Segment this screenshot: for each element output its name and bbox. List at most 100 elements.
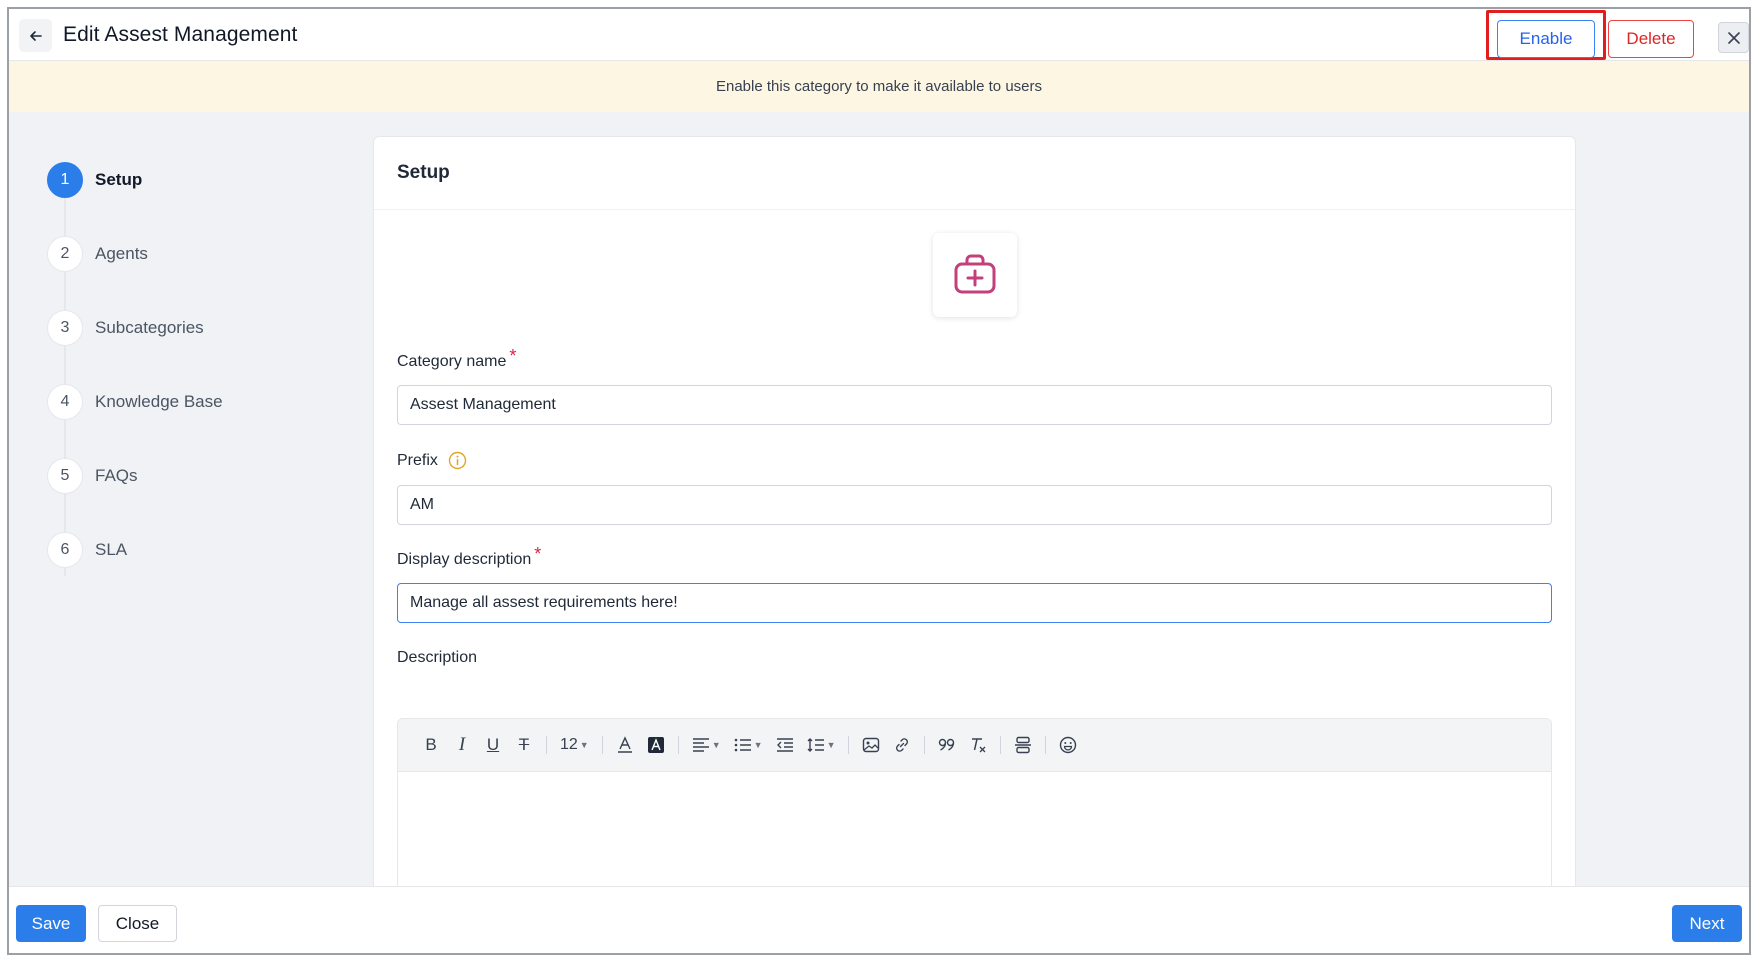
footer-bar: Save Close Next: [9, 886, 1749, 953]
outdent-icon: [776, 738, 793, 752]
chevron-down-icon: ▼: [753, 740, 763, 750]
page-break-icon: [1015, 736, 1032, 754]
page-title: Edit Assest Management: [63, 23, 298, 46]
underline-glyph: U: [486, 735, 500, 754]
align-left-icon: [692, 738, 709, 752]
bold-button[interactable]: B: [418, 730, 444, 760]
delete-button[interactable]: Delete: [1608, 20, 1694, 58]
highlight-color-icon: [647, 737, 664, 753]
step-number: 5: [47, 458, 83, 494]
step-number: 2: [47, 236, 83, 272]
enable-button[interactable]: Enable: [1497, 20, 1595, 58]
step-number: 6: [47, 532, 83, 568]
close-button[interactable]: Close: [98, 905, 177, 942]
italic-button[interactable]: I: [449, 730, 475, 760]
step-label: Knowledge Base: [95, 392, 223, 411]
clear-format-button[interactable]: [965, 730, 991, 760]
chevron-down-icon: ▼: [826, 740, 836, 750]
category-name-label-text: Category name: [397, 352, 507, 370]
main-content: 1 Setup 2 Agents 3 Subcategories 4 Knowl…: [9, 112, 1749, 886]
description-editor-body[interactable]: [398, 772, 1551, 886]
step-label: Agents: [95, 244, 148, 263]
back-button[interactable]: [19, 19, 52, 52]
chevron-down-icon: ▼: [579, 740, 589, 750]
description-editor: B I U T 12 ▼ ▼ ▼ ▼: [397, 718, 1552, 886]
prefix-label-text: Prefix: [397, 451, 438, 469]
close-window-button[interactable]: [1718, 22, 1749, 53]
align-dropdown[interactable]: ▼: [688, 730, 725, 760]
insert-link-button[interactable]: [889, 730, 915, 760]
next-button[interactable]: Next: [1672, 905, 1742, 942]
quote-icon: [939, 738, 955, 751]
category-icon-picker[interactable]: [933, 233, 1017, 317]
toolbar-separator: [848, 736, 850, 754]
banner-text: Enable this category to make it availabl…: [715, 78, 1042, 95]
step-setup[interactable]: 1 Setup: [47, 162, 142, 198]
header-bar: Edit Assest Management Enable Delete: [9, 9, 1749, 61]
outdent-button[interactable]: [772, 730, 798, 760]
image-icon: [863, 737, 880, 753]
prefix-label: Prefix: [397, 451, 467, 470]
toolbar-separator: [601, 736, 603, 754]
display-description-label-text: Display description: [397, 550, 532, 568]
line-height-icon: [807, 738, 824, 752]
italic-glyph: I: [458, 734, 466, 755]
step-sla[interactable]: 6 SLA: [47, 532, 127, 568]
bold-glyph: B: [425, 735, 437, 754]
step-number: 4: [47, 384, 83, 420]
description-label-text: Description: [397, 649, 478, 666]
blockquote-button[interactable]: [934, 730, 960, 760]
step-number: 1: [47, 162, 83, 198]
clear-format-icon: [972, 738, 986, 753]
step-subcategories[interactable]: 3 Subcategories: [47, 310, 204, 346]
toolbar-separator: [546, 736, 547, 754]
toolbar-separator: [677, 736, 679, 754]
step-agents[interactable]: 2 Agents: [47, 236, 148, 272]
strikethrough-button[interactable]: T: [511, 730, 537, 760]
insert-image-button[interactable]: [858, 730, 884, 760]
enable-info-banner: Enable this category to make it availabl…: [9, 61, 1749, 112]
info-icon[interactable]: [448, 451, 467, 470]
emoji-icon: [1060, 736, 1077, 754]
medical-bag-icon: [954, 254, 996, 294]
card-title: Setup: [374, 137, 1575, 210]
toolbar-separator: [1000, 736, 1002, 754]
setup-card: Setup Category name * Prefix: [373, 136, 1576, 886]
step-faqs[interactable]: 5 FAQs: [47, 458, 138, 494]
line-height-dropdown[interactable]: ▼: [803, 730, 840, 760]
underline-button[interactable]: U: [480, 730, 506, 760]
text-color-icon: [617, 736, 632, 753]
step-knowledge-base[interactable]: 4 Knowledge Base: [47, 384, 223, 420]
prefix-input[interactable]: [397, 485, 1552, 525]
required-marker: *: [534, 544, 542, 564]
description-label: Description: [397, 649, 477, 667]
strikethrough-glyph: T: [518, 735, 530, 754]
close-icon: [1727, 31, 1740, 44]
chevron-down-icon: ▼: [711, 740, 721, 750]
step-label: SLA: [95, 540, 128, 559]
list-dropdown[interactable]: ▼: [730, 730, 767, 760]
toolbar-separator: [924, 736, 926, 754]
link-icon: [896, 738, 909, 752]
step-label: FAQs: [95, 466, 138, 485]
arrow-left-icon: [29, 30, 42, 41]
text-color-button[interactable]: [612, 730, 638, 760]
step-number: 3: [47, 310, 83, 346]
category-name-label: Category name *: [397, 346, 516, 372]
font-size-value: 12: [560, 736, 578, 753]
step-label: Subcategories: [95, 318, 204, 337]
step-label: Setup: [95, 170, 143, 189]
emoji-button[interactable]: [1055, 730, 1081, 760]
font-size-dropdown[interactable]: 12 ▼: [556, 730, 593, 760]
save-button[interactable]: Save: [16, 905, 86, 942]
display-description-label: Display description *: [397, 544, 541, 570]
background-color-button[interactable]: [643, 730, 669, 760]
editor-toolbar: B I U T 12 ▼ ▼ ▼ ▼: [398, 719, 1551, 772]
toolbar-separator: [1045, 736, 1047, 754]
page-break-button[interactable]: [1010, 730, 1036, 760]
app-window: Edit Assest Management Enable Delete Ena…: [7, 7, 1751, 955]
display-description-input[interactable]: [397, 583, 1552, 623]
bullet-list-icon: [734, 738, 751, 752]
category-name-input[interactable]: [397, 385, 1552, 425]
required-marker: *: [509, 346, 517, 366]
